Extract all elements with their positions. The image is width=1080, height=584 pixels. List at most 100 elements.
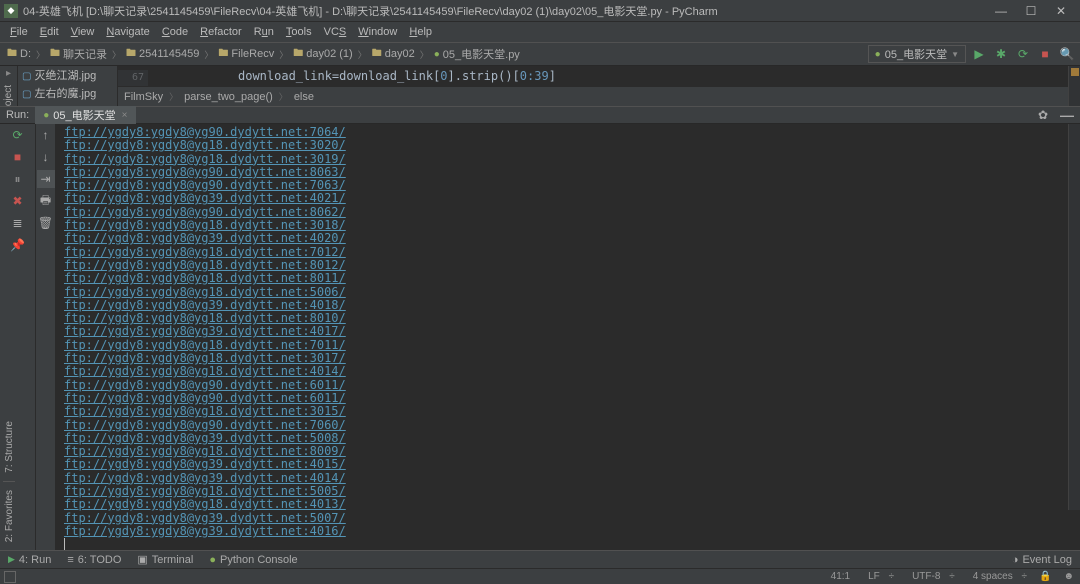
stop-button[interactable]: ■ (1036, 45, 1054, 63)
console-link[interactable]: ftp://ygdy8:ygdy8@yg39.dydytt.net:5007/ (64, 512, 1060, 525)
bottom-run-tab[interactable]: ▶4: Run (0, 554, 59, 566)
rerun-nav-button[interactable]: ⟳ (1014, 45, 1032, 63)
warning-mark[interactable] (1071, 68, 1079, 76)
crumb-drive[interactable]: 🖿D: (4, 46, 34, 63)
menu-view[interactable]: View (65, 26, 101, 38)
debug-button[interactable]: ✱ (992, 45, 1010, 63)
crumb-0[interactable]: 🖿聊天记录 (47, 46, 110, 63)
console-link[interactable]: ftp://ygdy8:ygdy8@yg39.dydytt.net:4014/ (64, 472, 1060, 485)
console-link[interactable]: ftp://ygdy8:ygdy8@yg90.dydytt.net:8062/ (64, 206, 1060, 219)
console-link[interactable]: ftp://ygdy8:ygdy8@yg18.dydytt.net:5005/ (64, 485, 1060, 498)
console-link[interactable]: ftp://ygdy8:ygdy8@yg39.dydytt.net:4018/ (64, 299, 1060, 312)
console-link[interactable]: ftp://ygdy8:ygdy8@yg18.dydytt.net:3015/ (64, 405, 1060, 418)
console-link[interactable]: ftp://ygdy8:ygdy8@yg18.dydytt.net:7011/ (64, 339, 1060, 352)
hector-icon[interactable]: ☻ (1057, 571, 1080, 582)
console-link[interactable]: ftp://ygdy8:ygdy8@yg90.dydytt.net:6011/ (64, 379, 1060, 392)
console-link[interactable]: ftp://ygdy8:ygdy8@yg18.dydytt.net:3017/ (64, 352, 1060, 365)
run-config-selector[interactable]: ● 05_电影天堂 ▼ (868, 45, 966, 63)
file-encoding[interactable]: UTF-8 ÷ (900, 571, 961, 582)
toolwindows-toggle[interactable] (4, 571, 16, 583)
console-link[interactable]: ftp://ygdy8:ygdy8@yg90.dydytt.net:7060/ (64, 419, 1060, 432)
rerun-button[interactable]: ⟳ (9, 126, 27, 144)
bottom-terminal-tab[interactable]: ▣Terminal (129, 553, 201, 566)
settings-icon[interactable]: ✿ (1032, 108, 1054, 122)
menu-run[interactable]: Run (248, 26, 280, 38)
console-link[interactable]: ftp://ygdy8:ygdy8@yg18.dydytt.net:8010/ (64, 312, 1060, 325)
menu-help[interactable]: Help (403, 26, 438, 38)
clear-all-button[interactable]: 🗑 (37, 214, 55, 232)
run-button[interactable]: ▶ (970, 45, 988, 63)
menu-refactor[interactable]: Refactor (194, 26, 248, 38)
close-button[interactable]: ✕ (1046, 0, 1076, 22)
crumb-4[interactable]: 🖿day02 (369, 46, 418, 63)
console-link[interactable]: ftp://ygdy8:ygdy8@yg18.dydytt.net:8009/ (64, 445, 1060, 458)
console-link[interactable]: ftp://ygdy8:ygdy8@yg39.dydytt.net:4021/ (64, 192, 1060, 205)
menu-tools[interactable]: Tools (280, 26, 318, 38)
bottom-event-log-tab[interactable]: ◑Event Log (1004, 554, 1080, 566)
menu-edit[interactable]: Edit (34, 26, 65, 38)
indent-status[interactable]: 4 spaces ÷ (961, 571, 1033, 582)
close-run-tab-icon[interactable]: × (122, 110, 128, 121)
console-link[interactable]: ftp://ygdy8:ygdy8@yg90.dydytt.net:6011/ (64, 392, 1060, 405)
menu-code[interactable]: Code (156, 26, 194, 38)
pause-button[interactable]: ⏸ (9, 170, 27, 188)
line-separator[interactable]: LF ÷ (856, 571, 900, 582)
layout-button[interactable]: ≣ (9, 214, 27, 232)
collapse-icon[interactable]: ▸ (6, 68, 11, 79)
console-link[interactable]: ftp://ygdy8:ygdy8@yg18.dydytt.net:8012/ (64, 259, 1060, 272)
editor-marks-gutter[interactable] (1068, 66, 1080, 510)
tree-item[interactable]: ▢灭绝江湖.jpg (18, 66, 117, 84)
console-link[interactable]: ftp://ygdy8:ygdy8@yg39.dydytt.net:4020/ (64, 232, 1060, 245)
soft-wrap-button[interactable]: ⇥ (37, 170, 55, 188)
console-link[interactable]: ftp://ygdy8:ygdy8@yg90.dydytt.net:8063/ (64, 166, 1060, 179)
tree-item[interactable]: ▢左右的魔.jpg (18, 84, 117, 102)
crumb-func[interactable]: parse_two_page() (178, 91, 279, 103)
favorites-panel-tab[interactable]: 2: Favorites (4, 484, 15, 548)
structure-panel-tab[interactable]: 7: Structure (4, 415, 15, 479)
stop-process-button[interactable]: ■ (9, 148, 27, 166)
scroll-up-icon[interactable]: ↑ (37, 126, 55, 144)
menu-window[interactable]: Window (352, 26, 403, 38)
project-tree[interactable]: ▢灭绝江湖.jpg ▢左右的魔.jpg (18, 66, 118, 106)
image-icon: ▢ (22, 89, 31, 100)
console-link[interactable]: ftp://ygdy8:ygdy8@yg18.dydytt.net:3020/ (64, 139, 1060, 152)
pin-output-button[interactable]: 📌 (9, 236, 27, 254)
crumb-stmt[interactable]: else (288, 91, 320, 103)
scroll-down-icon[interactable]: ↓ (37, 148, 55, 166)
console-link[interactable]: ftp://ygdy8:ygdy8@yg18.dydytt.net:8011/ (64, 272, 1060, 285)
console-link[interactable]: ftp://ygdy8:ygdy8@yg39.dydytt.net:4017/ (64, 325, 1060, 338)
console-link[interactable]: ftp://ygdy8:ygdy8@yg90.dydytt.net:7064/ (64, 126, 1060, 139)
bottom-python-console-tab[interactable]: ●Python Console (201, 554, 305, 566)
bottom-todo-tab[interactable]: ≡6: TODO (59, 554, 129, 566)
print-button[interactable]: 🖶 (37, 192, 55, 210)
readonly-lock-icon[interactable]: 🔒 (1033, 571, 1057, 582)
crumb-2[interactable]: 🖿FileRecv (215, 46, 277, 63)
console-link[interactable]: ftp://ygdy8:ygdy8@yg39.dydytt.net:5008/ (64, 432, 1060, 445)
crumb-3[interactable]: 🖿day02 (1) (290, 46, 355, 63)
maximize-button[interactable]: ☐ (1016, 0, 1046, 22)
menu-vcs[interactable]: VCS (318, 26, 353, 38)
console-link[interactable]: ftp://ygdy8:ygdy8@yg39.dydytt.net:4015/ (64, 458, 1060, 471)
search-everywhere-button[interactable]: 🔍 (1058, 45, 1076, 63)
console-link[interactable]: ftp://ygdy8:ygdy8@yg90.dydytt.net:7063/ (64, 179, 1060, 192)
console-link[interactable]: ftp://ygdy8:ygdy8@yg18.dydytt.net:4013/ (64, 498, 1060, 511)
minimize-button[interactable]: ― (986, 0, 1016, 22)
console-output[interactable]: ftp://ygdy8:ygdy8@yg90.dydytt.net:7064/f… (56, 124, 1068, 550)
crumb-class[interactable]: FilmSky (118, 91, 169, 103)
console-link[interactable]: ftp://ygdy8:ygdy8@yg18.dydytt.net:7012/ (64, 246, 1060, 259)
console-link[interactable]: ftp://ygdy8:ygdy8@yg18.dydytt.net:4014/ (64, 365, 1060, 378)
console-link[interactable]: ftp://ygdy8:ygdy8@yg18.dydytt.net:3018/ (64, 219, 1060, 232)
menu-file[interactable]: File (4, 26, 34, 38)
crumb-file[interactable]: ●05_电影天堂.py (431, 46, 523, 62)
caret-position[interactable]: 41:1 (825, 571, 856, 582)
caret (64, 538, 65, 550)
console-link[interactable]: ftp://ygdy8:ygdy8@yg39.dydytt.net:4016/ (64, 525, 1060, 538)
close-process-button[interactable]: ✖ (9, 192, 27, 210)
run-tab[interactable]: ● 05_电影天堂 × (35, 106, 135, 124)
console-link[interactable]: ftp://ygdy8:ygdy8@yg18.dydytt.net:3019/ (64, 153, 1060, 166)
crumb-1[interactable]: 🖿2541145459 (123, 46, 202, 63)
menubar: File Edit View Navigate Code Refactor Ru… (0, 22, 1080, 42)
console-link[interactable]: ftp://ygdy8:ygdy8@yg18.dydytt.net:5006/ (64, 286, 1060, 299)
menu-navigate[interactable]: Navigate (100, 26, 155, 38)
minimize-toolwindow-icon[interactable]: — (1054, 107, 1080, 123)
